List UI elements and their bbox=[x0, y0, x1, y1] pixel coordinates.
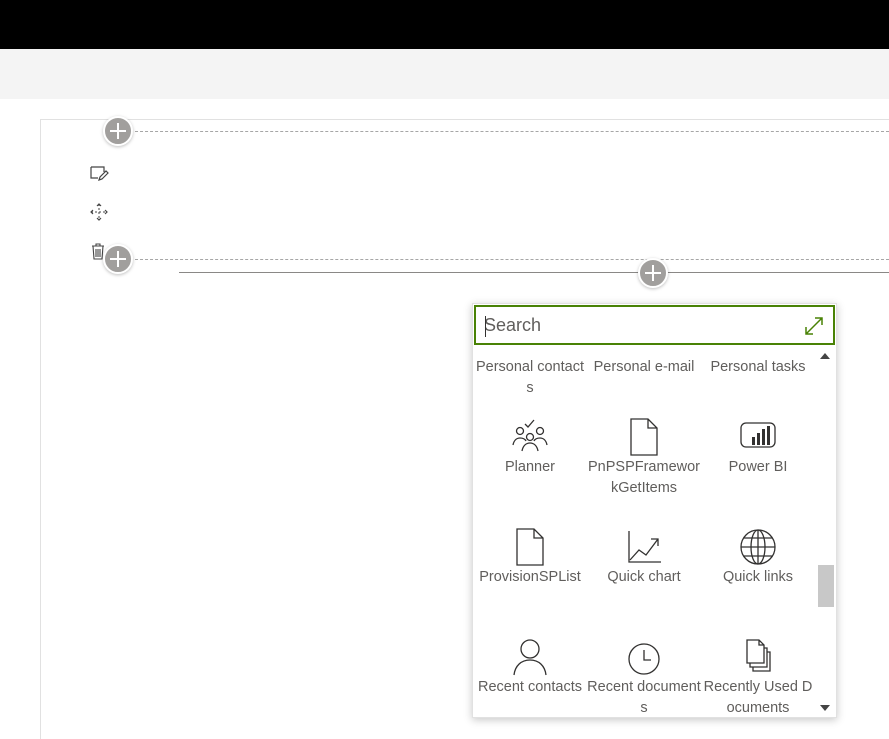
webpart-tile-quick-links[interactable]: Quick links bbox=[701, 527, 815, 588]
webpart-grid: Personal contacts Personal e-mail Person… bbox=[473, 347, 816, 717]
people-team-icon bbox=[512, 419, 548, 452]
expand-toolbox-icon[interactable] bbox=[803, 315, 825, 337]
webpart-picker-panel: Personal contacts Personal e-mail Person… bbox=[472, 303, 837, 718]
power-bi-icon bbox=[740, 422, 776, 448]
document-icon bbox=[516, 528, 544, 566]
text-caret bbox=[485, 316, 486, 337]
webpart-tile-provisionsplist[interactable]: ProvisionSPList bbox=[473, 527, 587, 588]
suite-header-bar bbox=[0, 0, 889, 49]
webpart-label: Planner bbox=[505, 459, 555, 475]
command-bar bbox=[0, 49, 889, 99]
webpart-tile-quick-chart[interactable]: Quick chart bbox=[587, 527, 701, 588]
edit-section-icon[interactable] bbox=[89, 163, 109, 183]
webpart-label: Personal tasks bbox=[710, 359, 806, 375]
webpart-tile-power-bi[interactable]: Power BI bbox=[701, 417, 815, 478]
webpart-label: Power BI bbox=[728, 459, 788, 475]
globe-icon bbox=[740, 529, 776, 565]
scrollbar-thumb[interactable] bbox=[818, 565, 834, 607]
add-webpart-button[interactable] bbox=[638, 258, 668, 288]
webpart-tile-recent-documents[interactable]: Recent documents bbox=[587, 637, 701, 717]
webpart-label: Recently Used Documents bbox=[703, 679, 813, 716]
scroll-down-arrow-icon[interactable] bbox=[820, 705, 830, 711]
plus-icon bbox=[645, 265, 661, 281]
webpart-label: Quick links bbox=[722, 569, 794, 585]
webpart-tile-personal-contacts[interactable]: Personal contacts bbox=[473, 357, 587, 399]
webpart-tile-personal-tasks[interactable]: Personal tasks bbox=[701, 357, 815, 378]
section-top-border bbox=[120, 131, 889, 132]
webpart-label: Quick chart bbox=[607, 569, 681, 585]
search-box bbox=[474, 305, 835, 345]
webpart-label: Recent contacts bbox=[478, 679, 582, 695]
document-icon bbox=[630, 418, 658, 456]
person-icon bbox=[513, 639, 547, 676]
webpart-label: Personal e-mail bbox=[593, 359, 695, 375]
webpart-tile-planner[interactable]: Planner bbox=[473, 417, 587, 478]
webpart-label: ProvisionSPList bbox=[479, 569, 581, 585]
add-section-bottom-button[interactable] bbox=[103, 244, 133, 274]
section-bottom-border bbox=[120, 259, 889, 260]
webpart-tile-personal-email[interactable]: Personal e-mail bbox=[587, 357, 701, 378]
webpart-tile-pnpspframeworkgetitems[interactable]: PnPSPFrameworkGetItems bbox=[587, 417, 701, 499]
webpart-tile-recent-contacts[interactable]: Recent contacts bbox=[473, 637, 587, 698]
clock-icon bbox=[628, 643, 660, 675]
column-divider-line bbox=[179, 272, 889, 273]
webpart-label: Personal contacts bbox=[475, 359, 584, 396]
webpart-label: PnPSPFrameworkGetItems bbox=[587, 459, 700, 496]
chart-icon bbox=[628, 531, 661, 563]
scroll-up-arrow-icon[interactable] bbox=[820, 353, 830, 359]
webpart-label: Recent documents bbox=[587, 679, 701, 716]
plus-icon bbox=[110, 251, 126, 267]
picker-scrollbar[interactable] bbox=[816, 347, 836, 717]
webpart-tile-recently-used-documents[interactable]: Recently Used Documents bbox=[701, 637, 815, 717]
move-section-icon[interactable] bbox=[89, 202, 109, 222]
plus-icon bbox=[110, 123, 126, 139]
add-section-top-button[interactable] bbox=[103, 116, 133, 146]
search-input[interactable] bbox=[484, 312, 794, 338]
documents-stack-icon bbox=[746, 639, 771, 672]
